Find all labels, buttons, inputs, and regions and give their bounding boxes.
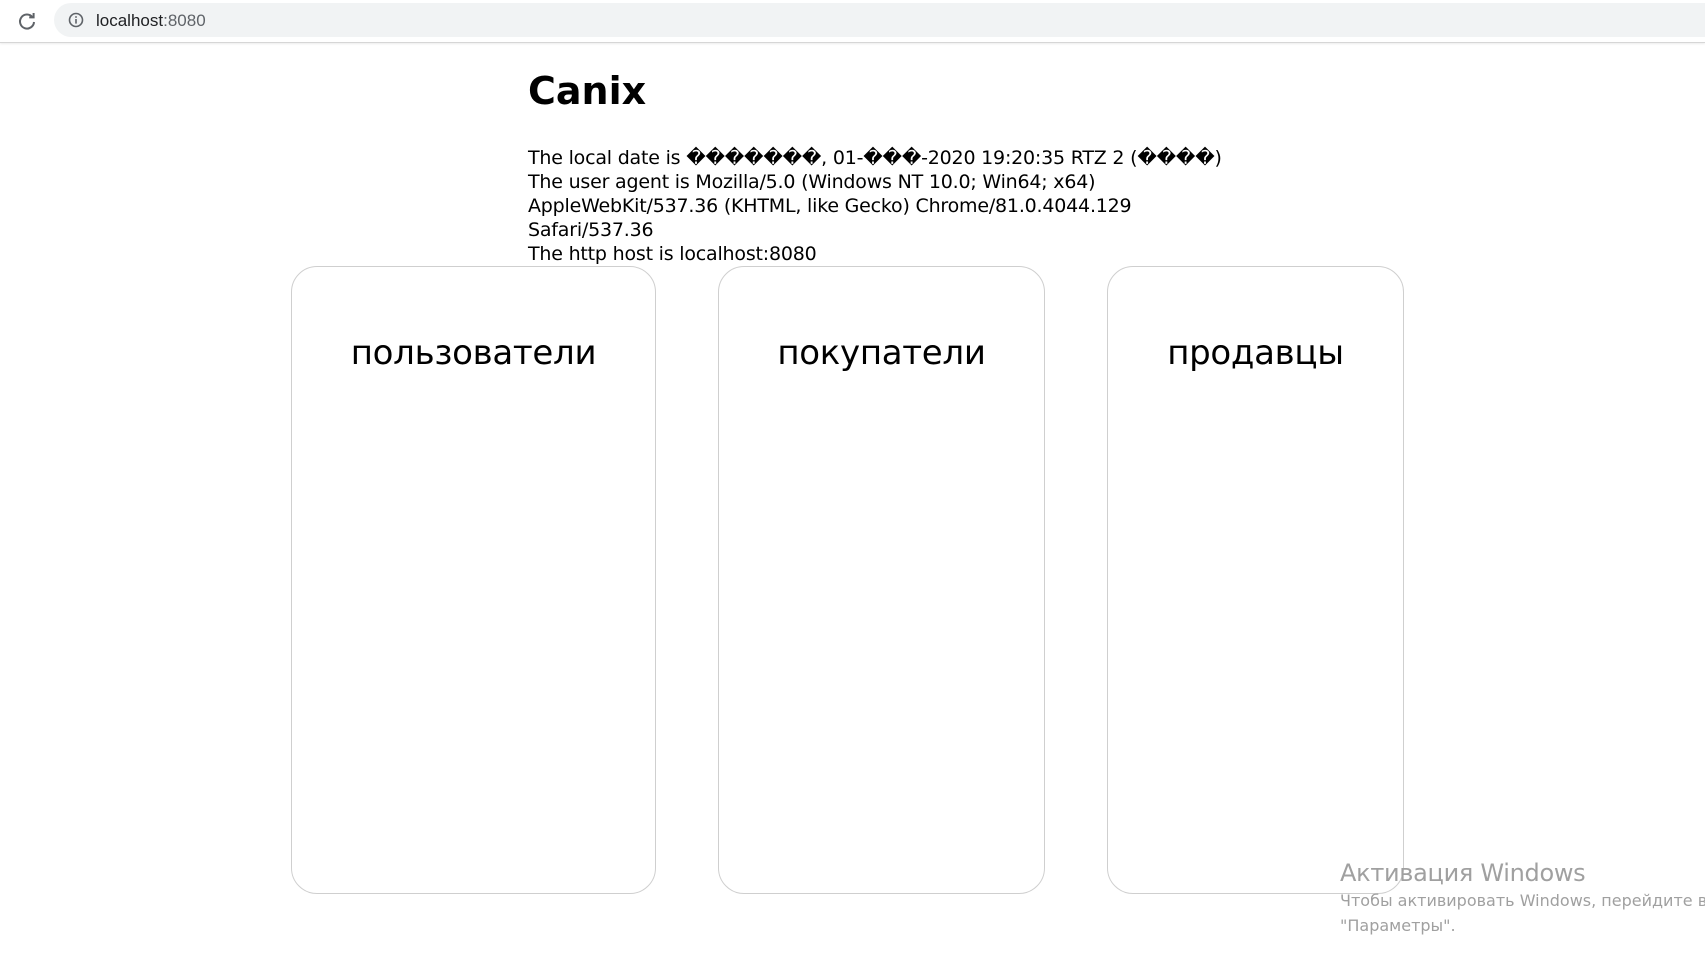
browser-toolbar: localhost:8080 xyxy=(0,0,1705,43)
watermark-line-1: Чтобы активировать Windows, перейдите в … xyxy=(1340,891,1705,910)
page-title: Canix xyxy=(528,69,647,113)
local-date-line: The local date is �������, 01-���-2020 1… xyxy=(528,147,1222,169)
watermark-line-2: "Параметры". xyxy=(1340,916,1456,935)
user-agent-line: The user agent is Mozilla/5.0 (Windows N… xyxy=(528,171,1132,241)
reload-icon xyxy=(19,13,35,30)
users-card-title: пользователи xyxy=(350,333,597,373)
reload-button[interactable] xyxy=(14,8,40,34)
info-icon[interactable] xyxy=(68,12,84,28)
users-card[interactable]: пользователи xyxy=(291,266,656,894)
buyers-card[interactable]: покупатели xyxy=(718,266,1045,894)
buyers-card-title: покупатели xyxy=(777,333,986,373)
sellers-card[interactable]: продавцы xyxy=(1107,266,1404,894)
url-host: localhost xyxy=(96,11,164,30)
http-host-line: The http host is localhost:8080 xyxy=(528,243,817,265)
address-bar[interactable]: localhost:8080 xyxy=(54,3,1705,37)
info-block: The local date is �������, 01-���-2020 1… xyxy=(528,146,1248,266)
url-text[interactable]: localhost:8080 xyxy=(96,11,206,31)
url-port: :8080 xyxy=(163,11,206,30)
sellers-card-title: продавцы xyxy=(1167,333,1344,373)
